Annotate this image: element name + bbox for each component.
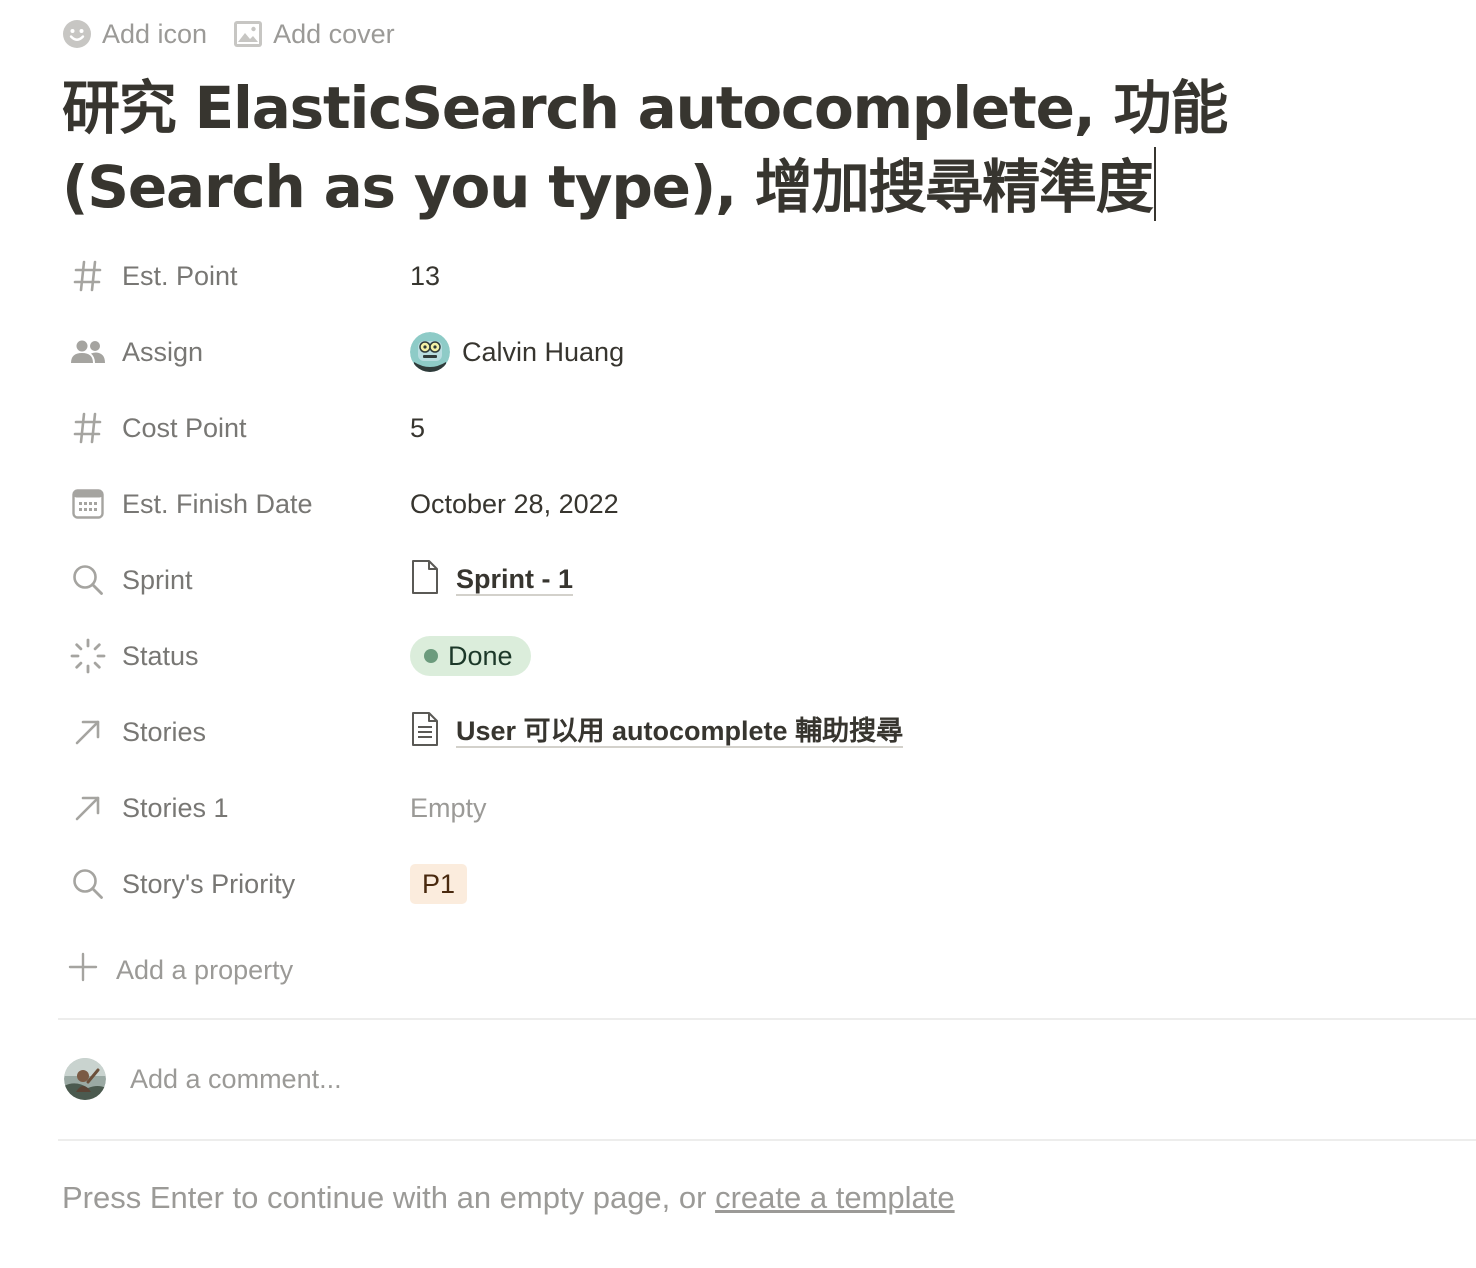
comment-input[interactable]: [130, 1063, 1030, 1095]
add-cover-label: Add cover: [273, 18, 395, 49]
empty-page-hint: Press Enter to continue with an empty pa…: [62, 1180, 955, 1216]
property-row-assign: Assign Calvin Huang: [62, 314, 1442, 390]
property-label: Est. Point: [122, 260, 238, 291]
add-property-label: Add a property: [116, 954, 294, 985]
add-cover-button[interactable]: Add cover: [233, 14, 395, 54]
property-name-assign[interactable]: Assign: [68, 324, 398, 380]
property-name-story-priority[interactable]: Story's Priority: [68, 856, 398, 912]
property-label: Status: [122, 640, 199, 671]
property-row-story-priority: Story's Priority P1: [62, 846, 1442, 922]
property-value-est-finish-date[interactable]: October 28, 2022: [410, 476, 619, 532]
property-row-stories-1: Stories 1 Empty: [62, 770, 1442, 846]
page: Add icon Add cover 研究 ElasticSearch auto…: [0, 0, 1476, 1268]
smiley-icon: [62, 19, 92, 49]
property-value-text: 13: [410, 260, 441, 291]
document-icon: [410, 711, 440, 754]
property-row-sprint: Sprint Sprint - 1: [62, 542, 1442, 618]
property-name-stories[interactable]: Stories: [68, 704, 398, 760]
property-label: Assign: [122, 336, 204, 367]
add-icon-button[interactable]: Add icon: [62, 14, 207, 54]
avatar: [410, 332, 450, 372]
page-title-text: 研究 ElasticSearch autocomplete, 功能 (Searc…: [62, 74, 1228, 221]
property-name-sprint[interactable]: Sprint: [68, 552, 398, 608]
property-value-sprint[interactable]: Sprint - 1: [410, 552, 574, 608]
comment-row: [64, 1058, 1030, 1100]
text-cursor: [1153, 147, 1156, 221]
assignee-name: Calvin Huang: [462, 336, 625, 367]
page-top-actions: Add icon Add cover: [62, 14, 395, 54]
divider: [58, 1018, 1476, 1020]
calendar-icon: [68, 484, 108, 524]
property-row-stories: Stories User 可以用 autocomplete 輔助搜尋: [62, 694, 1442, 770]
status-text: Done: [448, 640, 513, 671]
page-link-text: User 可以用 autocomplete 輔助搜尋: [456, 716, 904, 748]
page-icon: [410, 559, 440, 602]
property-value-assign[interactable]: Calvin Huang: [410, 324, 624, 380]
property-row-est-point: Est. Point 13: [62, 238, 1442, 314]
search-icon: [68, 560, 108, 600]
status-spinner-icon: [68, 636, 108, 676]
property-value-status[interactable]: Done: [410, 628, 531, 684]
page-title[interactable]: 研究 ElasticSearch autocomplete, 功能 (Searc…: [62, 70, 1462, 226]
property-value-est-point[interactable]: 13: [410, 248, 440, 304]
priority-tag[interactable]: P1: [410, 864, 468, 904]
page-link-text: Sprint - 1: [456, 564, 574, 596]
sprint-page-link[interactable]: Sprint - 1: [410, 559, 574, 602]
create-template-link[interactable]: create a template: [715, 1180, 955, 1215]
property-label: Sprint: [122, 564, 193, 595]
property-value-story-priority[interactable]: P1: [410, 856, 468, 912]
arrow-up-right-icon: [68, 712, 108, 752]
add-icon-label: Add icon: [102, 18, 208, 49]
status-dot: [424, 649, 438, 663]
hash-icon: [68, 408, 108, 448]
property-name-cost-point[interactable]: Cost Point: [68, 400, 398, 456]
property-label: Est. Finish Date: [122, 488, 313, 519]
date-value: October 28, 2022: [410, 488, 619, 519]
status-badge[interactable]: Done: [410, 636, 531, 676]
search-icon: [68, 864, 108, 904]
property-row-status: Status Done: [62, 618, 1442, 694]
property-row-est-finish-date: Est. Finish Date October 28, 2022: [62, 466, 1442, 542]
hash-icon: [68, 256, 108, 296]
divider: [58, 1139, 1476, 1141]
property-value-stories[interactable]: User 可以用 autocomplete 輔助搜尋: [410, 704, 904, 760]
property-name-est-finish-date[interactable]: Est. Finish Date: [68, 476, 398, 532]
add-property-button[interactable]: Add a property: [68, 948, 293, 992]
property-label: Stories: [122, 716, 207, 747]
property-row-cost-point: Cost Point 5: [62, 390, 1442, 466]
property-label: Stories 1: [122, 792, 229, 823]
people-icon: [68, 332, 108, 372]
property-value-text: 5: [410, 412, 426, 443]
property-name-stories-1[interactable]: Stories 1: [68, 780, 398, 836]
property-name-status[interactable]: Status: [68, 628, 398, 684]
property-value-cost-point[interactable]: 5: [410, 400, 425, 456]
empty-placeholder: Empty: [410, 792, 487, 823]
avatar: [64, 1058, 106, 1100]
property-name-est-point[interactable]: Est. Point: [68, 248, 398, 304]
hint-text: Press Enter to continue with an empty pa…: [62, 1180, 716, 1215]
property-value-stories-1[interactable]: Empty: [410, 780, 487, 836]
plus-icon: [68, 952, 98, 989]
property-label: Story's Priority: [122, 868, 296, 899]
properties-list: Est. Point 13 Assign Calvin Huang Cost P…: [62, 238, 1442, 922]
image-icon: [233, 20, 263, 48]
arrow-up-right-icon: [68, 788, 108, 828]
story-page-link[interactable]: User 可以用 autocomplete 輔助搜尋: [410, 711, 904, 754]
property-label: Cost Point: [122, 412, 247, 443]
